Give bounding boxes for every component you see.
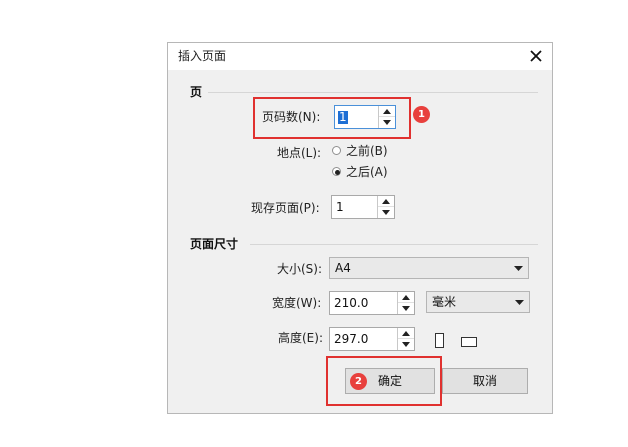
size-label: 大小(S):: [277, 262, 323, 276]
width-arrows: [397, 292, 414, 314]
page-count-stepper[interactable]: 1: [334, 105, 396, 129]
chevron-down-icon: [514, 266, 523, 271]
existing-page-arrows: [377, 196, 394, 218]
radio-before-circle[interactable]: [332, 146, 341, 155]
arrow-up-icon: [402, 295, 410, 300]
insert-page-dialog: 插入页面 页 页码数(N): 1 地点(L): 之前(B) 之后(A) 现存页面…: [167, 42, 553, 414]
radio-before-label: 之前(B): [346, 144, 388, 158]
radio-after-circle[interactable]: [332, 167, 341, 176]
radio-before[interactable]: 之前(B): [332, 144, 392, 158]
chevron-down-icon: [515, 300, 524, 305]
arrow-down-icon: [402, 342, 410, 347]
existing-page-label: 现存页面(P):: [251, 201, 320, 215]
height-arrows: [397, 328, 414, 350]
close-icon[interactable]: [527, 47, 545, 65]
existing-page-stepper[interactable]: 1: [331, 195, 395, 219]
arrow-down-icon: [383, 120, 391, 125]
width-label: 宽度(W):: [272, 296, 322, 310]
page-count-increment-button[interactable]: [379, 106, 395, 117]
annotation-badge-2: 2: [350, 373, 367, 390]
section-page-divider: [208, 92, 538, 93]
arrow-up-icon: [383, 109, 391, 114]
height-increment-button[interactable]: [398, 328, 414, 339]
arrow-down-icon: [382, 210, 390, 215]
width-stepper[interactable]: 210.0: [329, 291, 415, 315]
portrait-icon[interactable]: [435, 333, 444, 348]
cancel-button[interactable]: 取消: [442, 368, 528, 394]
section-size-divider: [250, 244, 538, 245]
title-bar: 插入页面: [168, 43, 552, 70]
radio-after-dot: [335, 170, 340, 175]
radio-after-label: 之后(A): [346, 165, 388, 179]
annotation-badge-1: 1: [413, 106, 430, 123]
dialog-title: 插入页面: [178, 49, 227, 63]
size-value: A4: [335, 261, 351, 275]
page-count-label: 页码数(N):: [262, 110, 321, 124]
radio-after[interactable]: 之后(A): [332, 165, 392, 179]
landscape-icon[interactable]: [461, 337, 477, 347]
width-increment-button[interactable]: [398, 292, 414, 303]
page-count-value[interactable]: 1: [338, 111, 348, 124]
size-dropdown[interactable]: A4: [329, 257, 529, 279]
arrow-up-icon: [402, 331, 410, 336]
height-value[interactable]: 297.0: [334, 333, 368, 346]
existing-page-decrement-button[interactable]: [378, 207, 394, 218]
arrow-up-icon: [382, 199, 390, 204]
existing-page-increment-button[interactable]: [378, 196, 394, 207]
unit-value: 毫米: [432, 295, 457, 309]
section-page-label: 页: [190, 85, 203, 99]
section-size-label: 页面尺寸: [190, 237, 239, 251]
unit-dropdown[interactable]: 毫米: [426, 291, 530, 313]
location-label: 地点(L):: [277, 146, 322, 160]
width-decrement-button[interactable]: [398, 303, 414, 314]
page-count-arrows: [378, 106, 395, 128]
arrow-down-icon: [402, 306, 410, 311]
height-label: 高度(E):: [278, 331, 323, 345]
width-value[interactable]: 210.0: [334, 297, 368, 310]
existing-page-value[interactable]: 1: [336, 201, 344, 214]
page-count-decrement-button[interactable]: [379, 117, 395, 128]
height-stepper[interactable]: 297.0: [329, 327, 415, 351]
page: 插入页面 页 页码数(N): 1 地点(L): 之前(B) 之后(A) 现存页面…: [0, 0, 628, 447]
height-decrement-button[interactable]: [398, 339, 414, 350]
